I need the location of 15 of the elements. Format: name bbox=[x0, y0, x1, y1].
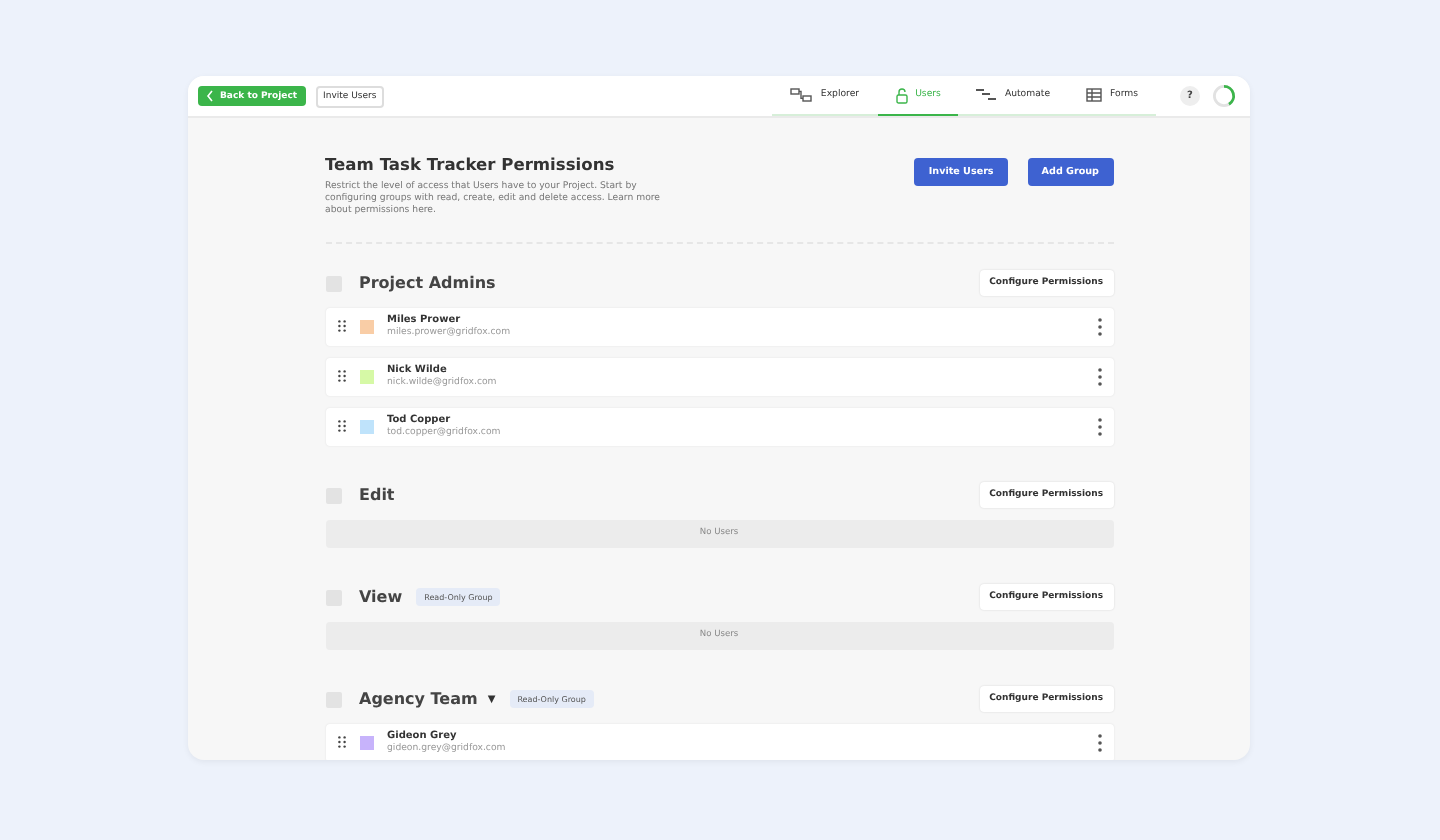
page-title: Team Task Tracker Permissions bbox=[325, 154, 617, 174]
progress-ring-icon bbox=[1212, 84, 1236, 108]
flow-icon bbox=[976, 88, 997, 102]
drag-handle-icon[interactable] bbox=[337, 320, 345, 333]
grid-icon bbox=[1086, 88, 1103, 102]
group-name: Edit bbox=[359, 486, 395, 505]
chevron-left-icon bbox=[206, 90, 214, 102]
group-name: Agency Team bbox=[359, 690, 478, 709]
group-name: View bbox=[359, 588, 403, 607]
lock-icon bbox=[895, 87, 908, 103]
group-name: Project Admins bbox=[359, 274, 496, 293]
drag-handle-icon[interactable] bbox=[337, 370, 345, 383]
drag-handle-icon[interactable] bbox=[337, 736, 345, 749]
drag-handle-icon[interactable] bbox=[337, 420, 345, 433]
nodes-icon bbox=[790, 88, 813, 102]
